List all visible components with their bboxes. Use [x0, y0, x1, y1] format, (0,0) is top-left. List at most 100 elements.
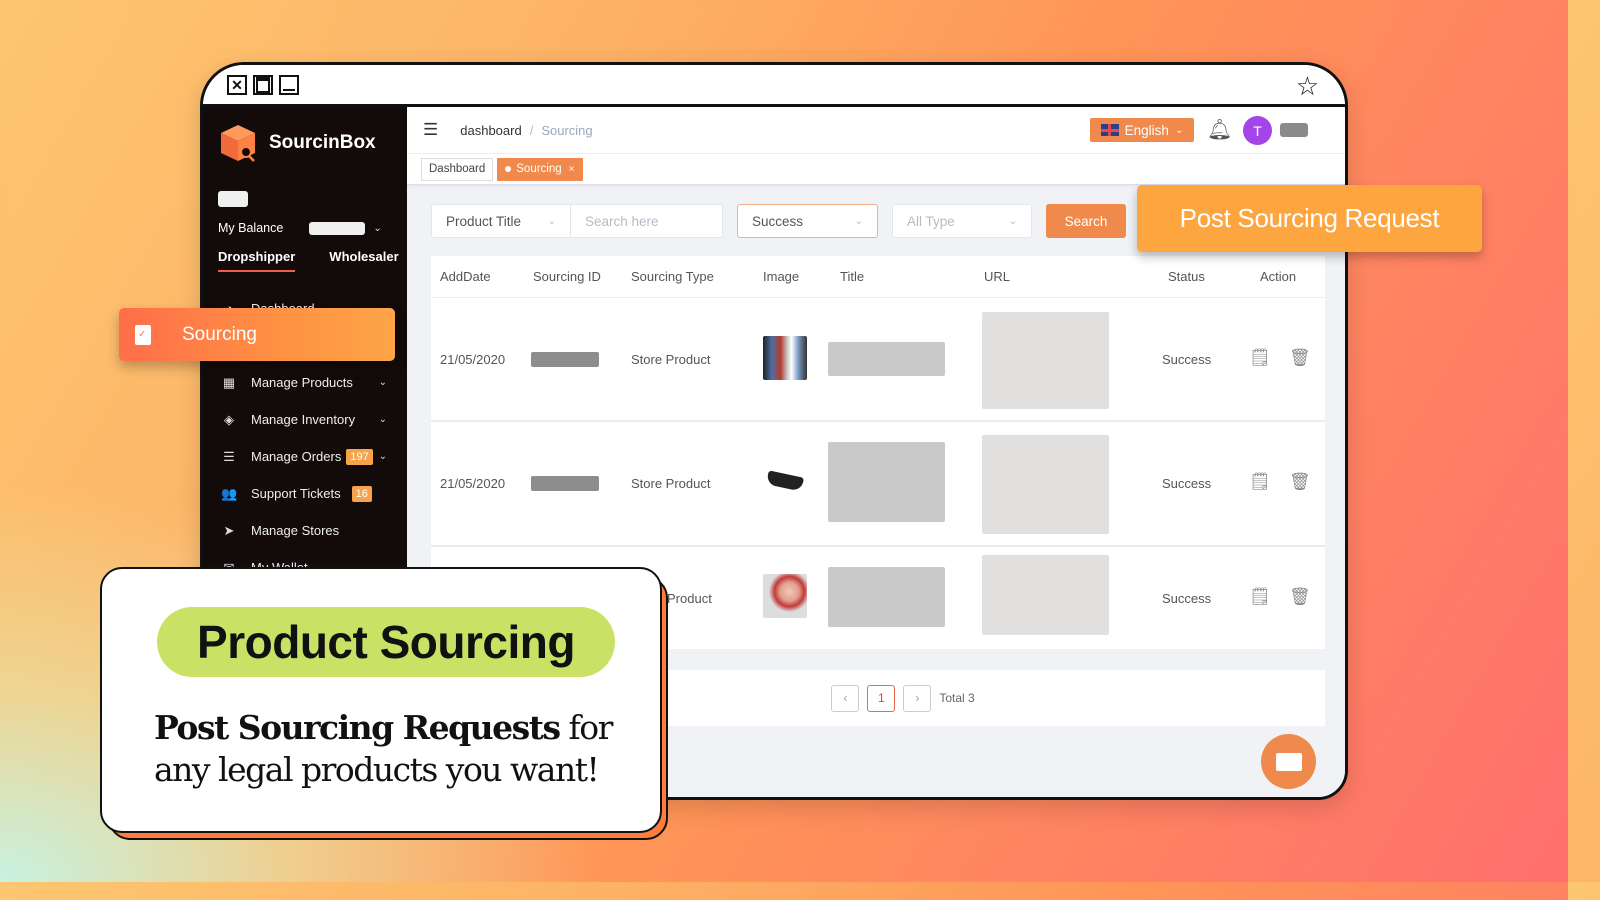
sidebar-item-label: Support Tickets: [251, 486, 341, 501]
redacted-url: [982, 435, 1109, 534]
trash-icon[interactable]: 🗑: [1289, 587, 1311, 607]
table-header: AddDate Sourcing ID Sourcing Type Image …: [431, 256, 1325, 298]
balance-label: My Balance: [218, 221, 284, 235]
close-tab-icon[interactable]: ×: [569, 164, 575, 175]
bell-icon[interactable]: 🔔︎: [1207, 117, 1232, 142]
tab-dashboard[interactable]: Dashboard: [421, 157, 494, 181]
redacted-sourcing-id: [531, 476, 599, 491]
sidebar-item-label: Manage Orders: [251, 449, 342, 464]
redacted-title: [828, 567, 945, 627]
users-icon: 👥: [221, 485, 238, 501]
column-header[interactable]: Title: [840, 269, 864, 284]
sidebar-item-manage-inventory[interactable]: ◈ Manage Inventory ⌄: [203, 401, 407, 438]
feature-description: Post Sourcing Requests for any legal pro…: [154, 707, 624, 791]
window-titlebar: ✕ ☆: [203, 65, 1345, 107]
chevron-down-icon: ⌄: [378, 451, 387, 462]
breadcrumb-separator: /: [529, 122, 534, 138]
tab-sourcing[interactable]: Sourcing ×: [497, 157, 583, 181]
brand-name: SourcinBox: [269, 132, 376, 153]
redacted-sourcing-id: [531, 352, 599, 367]
redacted-user: [218, 191, 248, 207]
page-number-button[interactable]: 1: [867, 684, 896, 712]
column-header[interactable]: Image: [763, 269, 799, 284]
tickets-count-badge: 16: [351, 485, 372, 502]
star-icon[interactable]: ☆: [1296, 71, 1319, 102]
field-select[interactable]: Product Title ⌄: [431, 204, 571, 238]
feature-description-bold: Post Sourcing Requests: [154, 708, 561, 747]
chevron-down-icon: ⌄: [1174, 124, 1184, 136]
add-date: 21/05/2020: [440, 476, 506, 491]
sidebar-item-label: Manage Stores: [251, 523, 340, 538]
sidebar-item-label: Sourcing: [182, 323, 257, 345]
collapse-menu-icon[interactable]: ☰: [423, 120, 438, 140]
chevron-down-icon: ⌄: [854, 215, 863, 227]
sourcing-type: Store Product: [631, 476, 711, 491]
column-header[interactable]: Sourcing Type: [631, 269, 714, 284]
chevron-down-icon: ⌄: [547, 215, 556, 227]
close-window-icon[interactable]: ✕: [227, 74, 247, 95]
minimize-window-icon[interactable]: [279, 74, 299, 95]
sidebar-item-manage-stores[interactable]: ➤ Manage Stores: [203, 512, 407, 549]
redacted-title: [828, 342, 945, 376]
sidebar-item-support-tickets[interactable]: 👥 Support Tickets 16: [203, 475, 407, 512]
chevron-down-icon: ⌄: [1008, 215, 1017, 227]
page-tabs: Dashboard Sourcing ×: [407, 153, 1345, 185]
avatar[interactable]: T: [1243, 116, 1272, 145]
brand-logo[interactable]: SourcinBox: [203, 107, 407, 163]
status-select[interactable]: Success ⌄: [737, 204, 878, 238]
status-text: Success: [1162, 352, 1212, 367]
chevron-down-icon: ⌄: [378, 414, 387, 425]
restore-window-icon[interactable]: [253, 74, 273, 95]
column-header[interactable]: URL: [984, 269, 1010, 284]
next-page-button[interactable]: ›: [903, 684, 932, 712]
sidebar-item-label: Manage Products: [251, 375, 353, 390]
product-image[interactable]: [763, 574, 807, 618]
type-select[interactable]: All Type ⌄: [892, 204, 1032, 238]
chevron-down-icon[interactable]: ⌄: [373, 223, 381, 234]
language-selector[interactable]: English ⌄: [1090, 118, 1194, 142]
language-label: English: [1124, 122, 1169, 138]
status-text: Success: [1162, 591, 1212, 606]
redacted-username[interactable]: [1280, 123, 1308, 137]
view-details-icon[interactable]: 🗒: [1249, 587, 1271, 607]
search-input[interactable]: Search here: [571, 204, 723, 238]
sidebar-item-manage-products[interactable]: ▦ Manage Products ⌄: [203, 364, 407, 401]
sidebar-item-label: Manage Inventory: [251, 412, 356, 427]
trash-icon[interactable]: 🗑: [1289, 472, 1311, 492]
column-header[interactable]: Status: [1168, 269, 1205, 284]
role-tab-dropshipper[interactable]: Dropshipper: [218, 249, 296, 272]
search-placeholder: Search here: [585, 213, 659, 229]
search-button[interactable]: Search: [1046, 204, 1126, 238]
role-tab-wholesaler[interactable]: Wholesaler: [329, 249, 398, 272]
list-icon: ☰: [223, 448, 235, 464]
sidebar-item-sourcing[interactable]: Sourcing: [119, 308, 395, 361]
table-row: 21/05/2020 Store Product Success 🗒 🗑: [431, 298, 1325, 422]
redacted-title: [828, 442, 945, 522]
breadcrumb-current: Sourcing: [541, 122, 593, 138]
layers-icon: ◈: [224, 411, 234, 427]
balance-row[interactable]: My Balance ⌄: [203, 207, 407, 235]
status-text: Success: [1162, 476, 1212, 491]
product-image[interactable]: [763, 336, 807, 380]
tab-label: Dashboard: [429, 163, 486, 175]
top-navbar: ☰ dashboard / Sourcing English ⌄ 🔔︎ T: [407, 107, 1345, 153]
view-details-icon[interactable]: 🗒: [1249, 472, 1271, 492]
trash-icon[interactable]: 🗑: [1289, 348, 1311, 368]
orders-count-badge: 197: [346, 448, 373, 465]
chevron-down-icon: ⌄: [378, 377, 387, 388]
column-header[interactable]: Sourcing ID: [533, 269, 601, 284]
view-details-icon[interactable]: 🗒: [1249, 348, 1271, 368]
column-header[interactable]: Action: [1260, 269, 1296, 284]
sourcing-type: Store Product: [631, 352, 711, 367]
chat-bubble-icon[interactable]: [1261, 734, 1316, 789]
grid-icon: ▦: [222, 374, 236, 390]
total-count: Total 3: [939, 691, 975, 705]
breadcrumb-home[interactable]: dashboard: [460, 123, 521, 138]
sidebar-item-manage-orders[interactable]: ☰ Manage Orders 197 ⌄: [203, 438, 407, 475]
field-select-value: Product Title: [446, 213, 522, 229]
column-header[interactable]: AddDate: [440, 269, 491, 284]
table-row: 21/05/2020 Store Product Success 🗒 🗑: [431, 422, 1325, 547]
tab-label: Sourcing: [516, 163, 562, 175]
prev-page-button[interactable]: ‹: [831, 684, 860, 712]
post-sourcing-request-button[interactable]: Post Sourcing Request: [1137, 185, 1482, 252]
